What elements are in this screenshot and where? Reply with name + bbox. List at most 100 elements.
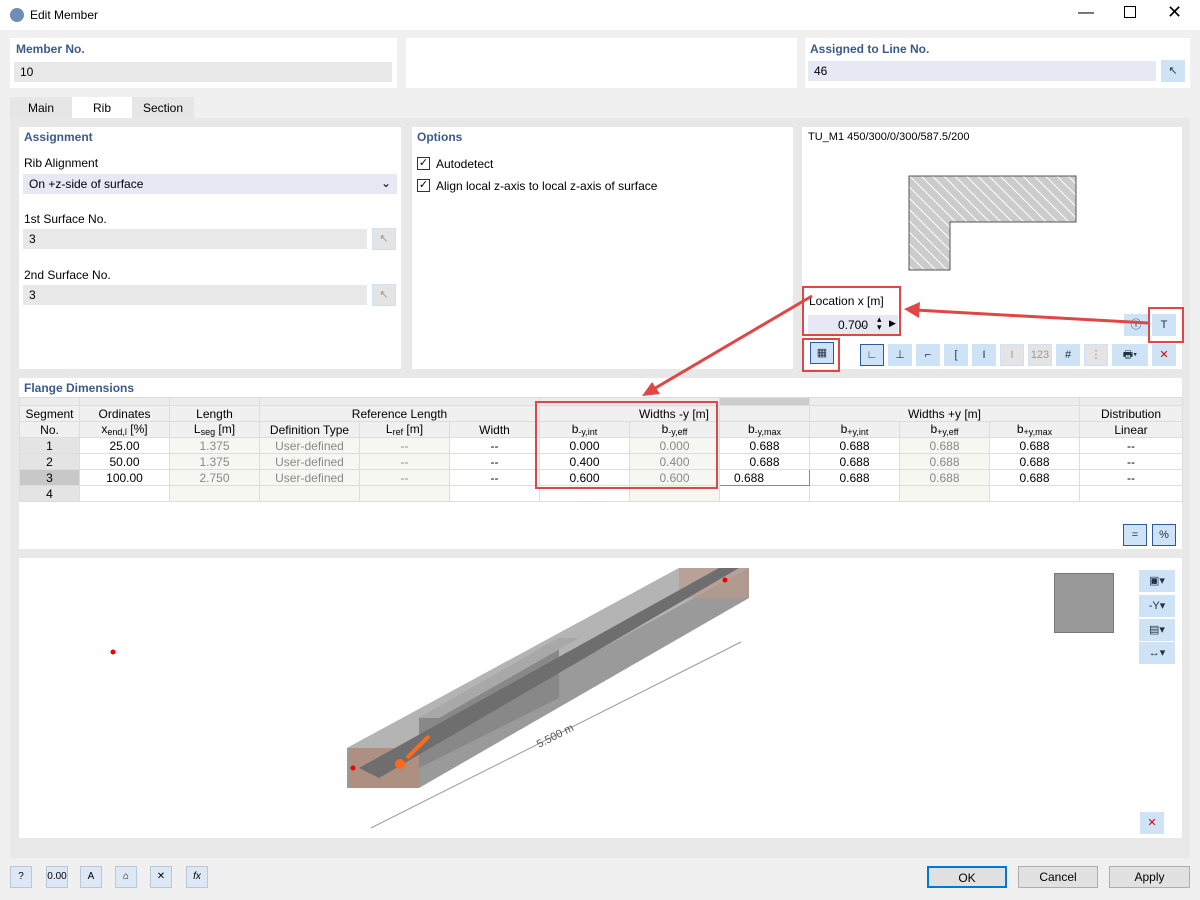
percent-icon[interactable]: % (1152, 524, 1176, 546)
cell-x[interactable]: 100.00 (79, 469, 170, 486)
rib-alignment-select[interactable]: On +z-side of surface ⌄ (23, 174, 397, 194)
cell-lref[interactable] (359, 485, 450, 502)
cell-type[interactable]: User-defined (259, 437, 360, 454)
equal-icon[interactable]: = (1123, 524, 1147, 546)
i-section-outline-icon[interactable]: I (1000, 344, 1024, 366)
assigned-line-panel: Assigned to Line No. 46 ↖ (805, 38, 1190, 88)
i-section-icon[interactable]: I (972, 344, 996, 366)
cell-bpeff[interactable]: 0.688 (899, 453, 990, 470)
cell-width[interactable]: -- (449, 437, 540, 454)
print-icon[interactable]: 🖶▾ (1112, 344, 1148, 366)
ok-button[interactable]: OK (927, 866, 1007, 888)
cell-width[interactable]: -- (449, 469, 540, 486)
section-name: TU_M1 450/300/0/300/587.5/200 (808, 131, 970, 143)
close-button[interactable]: ✕ (1167, 2, 1182, 23)
cell-lref[interactable]: -- (359, 469, 450, 486)
cell-bnmax[interactable]: 0.688 (719, 437, 810, 454)
view-icon[interactable]: ⌂ (115, 866, 137, 888)
pick-surface1-icon[interactable]: ↖ (372, 228, 396, 250)
formula-icon[interactable]: fx (186, 866, 208, 888)
tab-section[interactable]: Section (132, 97, 194, 119)
cell-width[interactable]: -- (449, 453, 540, 470)
tab-main[interactable]: Main (10, 97, 72, 119)
header-reference-length: Reference Length (259, 405, 540, 422)
maximize-button[interactable] (1124, 6, 1136, 18)
cell-lseg[interactable]: 1.375 (169, 437, 260, 454)
dimension-tool-icon[interactable]: ↔▾ (1139, 642, 1175, 664)
pick-surface2-icon[interactable]: ↖ (372, 284, 396, 306)
member-no-field[interactable]: 10 (14, 62, 392, 82)
3d-view[interactable]: 5.500 m ▣▾ -Y▾ ▤▾ ↔▾ ✕ (19, 558, 1182, 838)
surface1-field[interactable]: 3 (23, 229, 367, 249)
cell-lseg[interactable] (169, 485, 260, 502)
cancel-button[interactable]: Cancel (1018, 866, 1098, 888)
units-icon[interactable]: 0.00 (46, 866, 68, 888)
text-icon[interactable]: A (80, 866, 102, 888)
cell-bpeff[interactable]: 0.688 (899, 437, 990, 454)
axis-direction-icon[interactable]: -Y▾ (1139, 595, 1175, 617)
header-ordinates: Ordinates (79, 405, 170, 422)
assignment-panel: Assignment Rib Alignment On +z-side of s… (19, 127, 401, 369)
cell-lseg[interactable]: 1.375 (169, 453, 260, 470)
cell-width[interactable] (449, 485, 540, 502)
numbering-icon[interactable]: 123 (1028, 344, 1052, 366)
shear-center-icon[interactable]: [ (944, 344, 968, 366)
cell-bpint[interactable] (809, 485, 900, 502)
tab-rib[interactable]: Rib (72, 97, 132, 119)
cell-bpmax[interactable] (989, 485, 1080, 502)
header-lseg: Lseg [m] (169, 421, 260, 438)
cell-lref[interactable]: -- (359, 453, 450, 470)
cell-type[interactable]: User-defined (259, 469, 360, 486)
cell-type[interactable] (259, 485, 360, 502)
dimension-icon[interactable]: ⊥ (888, 344, 912, 366)
view-box-icon[interactable]: ▣▾ (1139, 570, 1175, 592)
cell-lref[interactable]: -- (359, 437, 450, 454)
cell-x[interactable]: 50.00 (79, 453, 170, 470)
info-icon[interactable]: ⓘ (1124, 314, 1148, 336)
cell-bpint[interactable]: 0.688 (809, 437, 900, 454)
app-icon (10, 8, 24, 22)
cell-lin[interactable]: -- (1079, 469, 1183, 486)
minimize-button[interactable]: — (1078, 4, 1094, 22)
cell-lin[interactable] (1079, 485, 1183, 502)
axes-icon[interactable]: ⌐ (916, 344, 940, 366)
zoom-reset-icon[interactable]: ✕ (1152, 344, 1176, 366)
delete-icon[interactable]: ✕ (150, 866, 172, 888)
cell-lin[interactable]: -- (1079, 437, 1183, 454)
zoom-reset-icon[interactable]: ✕ (1140, 812, 1164, 834)
cell-bpeff[interactable]: 0.688 (899, 469, 990, 486)
help-icon[interactable]: ? (10, 866, 32, 888)
options-panel: Options ✓ Autodetect ✓ Align local z-axi… (412, 127, 793, 369)
align-checkbox[interactable]: ✓ (417, 179, 430, 192)
cell-lseg[interactable]: 2.750 (169, 469, 260, 486)
points-icon[interactable]: ⋮ (1084, 344, 1108, 366)
cell-x[interactable]: 25.00 (79, 437, 170, 454)
rib-alignment-label: Rib Alignment (24, 156, 99, 170)
highlight-widths-neg (535, 401, 718, 489)
cell-bnmax[interactable] (719, 485, 810, 502)
cell-bpeff[interactable] (899, 485, 990, 502)
cell-bpint[interactable]: 0.688 (809, 469, 900, 486)
display-mode-icon[interactable]: ▤▾ (1139, 619, 1175, 641)
apply-button[interactable]: Apply (1109, 866, 1190, 888)
cell-lin[interactable]: -- (1079, 453, 1183, 470)
rib-alignment-value: On +z-side of surface (29, 177, 144, 191)
cell-bnmax[interactable]: 0.688 (719, 469, 810, 486)
cell-bnmax[interactable]: 0.688 (719, 453, 810, 470)
cell-type[interactable]: User-defined (259, 453, 360, 470)
surface2-field[interactable]: 3 (23, 285, 367, 305)
member-no-label: Member No. (16, 42, 85, 56)
cell-x[interactable] (79, 485, 170, 502)
cell-bpmax[interactable]: 0.688 (989, 453, 1080, 470)
cell-bpmax[interactable]: 0.688 (989, 437, 1080, 454)
view-cube[interactable] (1054, 573, 1114, 633)
surface1-label: 1st Surface No. (24, 212, 107, 226)
autodetect-checkbox[interactable]: ✓ (417, 157, 430, 170)
assigned-line-field[interactable]: 46 (808, 61, 1156, 81)
grid-icon[interactable]: # (1056, 344, 1080, 366)
assigned-line-label: Assigned to Line No. (810, 42, 930, 56)
cell-bpint[interactable]: 0.688 (809, 453, 900, 470)
cell-bpmax[interactable]: 0.688 (989, 469, 1080, 486)
angle-section-icon[interactable]: ∟ (860, 344, 884, 366)
pick-line-icon[interactable]: ↖ (1161, 60, 1185, 82)
